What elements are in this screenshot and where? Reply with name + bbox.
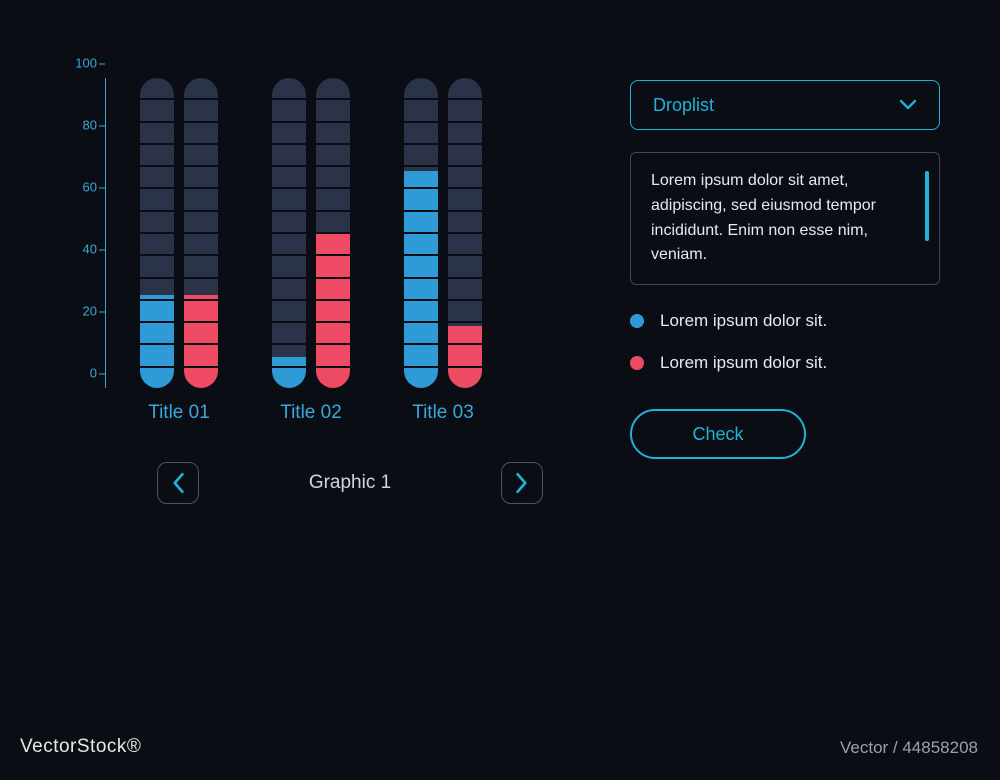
legend: Lorem ipsum dolor sit. Lorem ipsum dolor … — [630, 311, 940, 373]
chevron-down-icon — [899, 99, 917, 111]
chevron-right-icon — [515, 472, 529, 494]
watermark-left: VectorStock® — [20, 736, 141, 758]
legend-dot — [630, 356, 644, 370]
bar — [272, 78, 306, 388]
y-axis: 020406080100 — [70, 78, 106, 388]
bar-group — [404, 78, 482, 388]
y-tick: 100 — [69, 56, 97, 71]
scrollbar-thumb[interactable] — [925, 171, 929, 241]
side-panel: Droplist Lorem ipsum dolor sit amet, adi… — [630, 78, 940, 504]
prev-button[interactable] — [157, 462, 199, 504]
bar-group — [272, 78, 350, 388]
y-tick: 80 — [69, 118, 97, 133]
bars-row — [118, 78, 482, 388]
droplist-select[interactable]: Droplist — [630, 80, 940, 130]
y-tick: 40 — [69, 242, 97, 257]
category-label: Title 03 — [404, 402, 482, 424]
chart-nav: Graphic 1 — [70, 462, 590, 504]
bar — [404, 78, 438, 388]
description-text: Lorem ipsum dolor sit amet, adipiscing, … — [651, 172, 876, 263]
category-labels: Title 01 Title 02 Title 03 — [70, 402, 590, 424]
droplist-label: Droplist — [653, 95, 714, 116]
category-label: Title 02 — [272, 402, 350, 424]
bar — [184, 78, 218, 388]
legend-item: Lorem ipsum dolor sit. — [630, 353, 940, 373]
legend-item: Lorem ipsum dolor sit. — [630, 311, 940, 331]
category-label: Title 01 — [140, 402, 218, 424]
watermark-right: Vector / 44858208 — [840, 738, 978, 758]
y-tick: 60 — [69, 180, 97, 195]
description-textbox[interactable]: Lorem ipsum dolor sit amet, adipiscing, … — [630, 152, 940, 285]
graphic-title: Graphic 1 — [309, 472, 391, 494]
bar — [316, 78, 350, 388]
y-tick: 0 — [69, 366, 97, 381]
legend-text: Lorem ipsum dolor sit. — [660, 311, 827, 331]
check-button[interactable]: Check — [630, 409, 806, 459]
bar — [448, 78, 482, 388]
chart-area: 020406080100 Title 01Title 02Title 03 Gr… — [70, 78, 590, 504]
chevron-left-icon — [171, 472, 185, 494]
y-tick: 20 — [69, 304, 97, 319]
bar — [140, 78, 174, 388]
next-button[interactable] — [501, 462, 543, 504]
legend-text: Lorem ipsum dolor sit. — [660, 353, 827, 373]
bar-group — [140, 78, 218, 388]
legend-dot — [630, 314, 644, 328]
check-label: Check — [692, 424, 743, 445]
